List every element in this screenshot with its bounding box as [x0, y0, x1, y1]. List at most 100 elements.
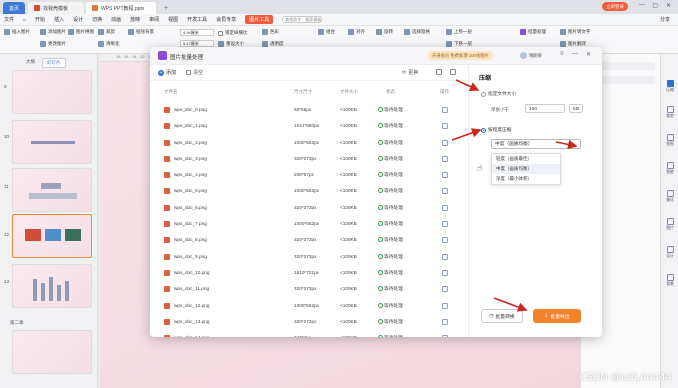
- lock-ratio-checkbox[interactable]: 锁定纵横比: [218, 30, 248, 36]
- radio-specify-size[interactable]: [481, 91, 486, 97]
- level-option-light[interactable]: 轻度（画质最佳）: [492, 154, 560, 164]
- list-view-icon[interactable]: [450, 69, 456, 75]
- sidebar-picture[interactable]: 图片: [663, 218, 677, 231]
- menu-member[interactable]: 会员专享: [216, 16, 236, 23]
- delete-icon[interactable]: [442, 155, 448, 162]
- remove-bg-button[interactable]: 抠除背景: [128, 29, 154, 35]
- tab-home[interactable]: 首页: [3, 2, 25, 14]
- delete-icon[interactable]: [442, 302, 448, 309]
- sidebar-smart[interactable]: 智能: [663, 162, 677, 175]
- login-button[interactable]: 立即登录: [602, 2, 628, 11]
- height-input[interactable]: 5.17厘米: [180, 40, 214, 47]
- slide-thumbnail[interactable]: [12, 168, 92, 212]
- clear-button[interactable]: 清空: [186, 69, 203, 76]
- table-row[interactable]: wps_doc_1.png 1021*580px <100KB 等待处理: [150, 118, 468, 134]
- table-row[interactable]: wps_doc_14.png 74*74px <100KB 等待处理: [150, 330, 468, 337]
- delete-icon[interactable]: [442, 204, 448, 211]
- table-row[interactable]: wps_doc_8.png 320*273px <100KB 等待处理: [150, 232, 468, 248]
- bring-forward-button[interactable]: 上移一层: [446, 29, 472, 35]
- dialog-close-icon[interactable]: ✕: [586, 51, 591, 58]
- table-row[interactable]: wps_doc_4.png 206*67px <100KB 等待处理: [150, 167, 468, 183]
- batch-convert-button[interactable]: ◷ 批量转换: [481, 309, 523, 323]
- command-search-input[interactable]: 查找命令、搜索模板: [282, 16, 323, 23]
- radio-compress-level[interactable]: [481, 127, 486, 133]
- user-account[interactable]: 晴朗果: [520, 52, 542, 59]
- table-row[interactable]: wps_doc_6.png 320*273px <100KB 等待处理: [150, 200, 468, 216]
- change-button[interactable]: ⟳ 更换: [402, 69, 418, 77]
- close-icon[interactable]: ✕: [666, 2, 671, 9]
- picture-collage-button[interactable]: 图片拼图: [68, 29, 94, 35]
- picture-to-text-button[interactable]: 图片转文字: [560, 29, 591, 35]
- tab-slides[interactable]: 幻灯片: [42, 58, 66, 68]
- menu-file[interactable]: 文件: [4, 16, 14, 23]
- menu-design[interactable]: 设计: [73, 16, 83, 23]
- compress-level-select[interactable]: 中度（画质均衡） ⌄: [491, 139, 581, 149]
- slide-thumbnail[interactable]: [12, 264, 92, 308]
- table-row[interactable]: wps_doc_9.png 320*273px <100KB 等待处理: [150, 249, 468, 265]
- menu-devtools[interactable]: 开发工具: [187, 16, 207, 23]
- menu-picture-tools[interactable]: 图片工具: [245, 15, 274, 24]
- grid-view-icon[interactable]: [436, 69, 442, 75]
- delete-icon[interactable]: [442, 286, 448, 293]
- batch-export-button[interactable]: ⇩ 批量导出: [533, 309, 581, 323]
- dialog-menu-icon[interactable]: ≡: [560, 51, 564, 57]
- delete-icon[interactable]: [442, 335, 448, 337]
- sidebar-background[interactable]: 背景: [663, 274, 677, 287]
- delete-icon[interactable]: [442, 318, 448, 325]
- selection-pane-button[interactable]: 选择窗格: [404, 29, 430, 35]
- insert-picture-button[interactable]: 插入图片: [4, 29, 30, 35]
- option-specify-size[interactable]: 指定文件大小: [481, 91, 516, 97]
- slide-thumbnail[interactable]: [12, 120, 92, 164]
- table-row[interactable]: wps_doc_11.png 320*273px <100KB 等待处理: [150, 281, 468, 297]
- delete-icon[interactable]: [442, 123, 448, 130]
- table-row[interactable]: wps_doc_3.png 320*273px <100KB 等待处理: [150, 151, 468, 167]
- menu-home-icon[interactable]: ⌂: [23, 17, 26, 23]
- maximize-icon[interactable]: ▢: [652, 2, 658, 9]
- batch-process-button[interactable]: 批量处理: [520, 29, 546, 35]
- option-compress-level[interactable]: 按程度压缩: [481, 127, 511, 133]
- delete-icon[interactable]: [442, 221, 448, 228]
- size-input[interactable]: 100: [525, 104, 565, 113]
- dialog-minimize-icon[interactable]: —: [572, 51, 578, 57]
- tab-document[interactable]: WPS PPT教程.pptx: [86, 2, 156, 14]
- crop-button[interactable]: 裁剪: [98, 29, 115, 35]
- menu-start[interactable]: 开始: [35, 16, 45, 23]
- delete-icon[interactable]: [442, 253, 448, 260]
- sharpen-button[interactable]: 清晰化: [98, 41, 120, 47]
- slide-thumbnail-selected[interactable]: [12, 214, 92, 258]
- vip-promo-tag[interactable]: 开通会员 免费处理 100张图片: [428, 51, 493, 60]
- change-picture-button[interactable]: 更改图片: [40, 41, 66, 47]
- delete-icon[interactable]: [442, 107, 448, 113]
- tab-outline[interactable]: 大纲: [22, 58, 39, 68]
- table-row[interactable]: wps_doc_13.png 320*273px <100KB 等待处理: [150, 314, 468, 330]
- rotate-button[interactable]: 旋转: [376, 29, 393, 35]
- menu-slideshow[interactable]: 放映: [130, 16, 140, 23]
- sidebar-cutout[interactable]: 抠图: [663, 134, 677, 147]
- table-row[interactable]: wps_doc_0.png 65*65px <100KB 等待处理: [150, 102, 468, 118]
- menu-view[interactable]: 视图: [168, 16, 178, 23]
- delete-icon[interactable]: [442, 172, 448, 179]
- color-button[interactable]: 色彩: [262, 29, 279, 35]
- menu-insert[interactable]: 插入: [54, 16, 64, 23]
- sidebar-crop[interactable]: 裁剪: [663, 106, 677, 119]
- delete-icon[interactable]: [442, 188, 448, 195]
- delete-icon[interactable]: [442, 139, 448, 146]
- level-option-deep[interactable]: 深度（最小体积）: [492, 174, 560, 184]
- table-row[interactable]: wps_doc_12.png 1000*562px <100KB 等待处理: [150, 298, 468, 314]
- add-file-button[interactable]: + 添加: [158, 69, 176, 76]
- table-row[interactable]: wps_doc_5.png 1000*562px <100KB 等待处理: [150, 183, 468, 199]
- sidebar-beautify[interactable]: 美化: [663, 190, 677, 203]
- slide-thumbnail[interactable]: [12, 70, 92, 114]
- table-row[interactable]: wps_doc_2.png 1000*562px <100KB 等待处理: [150, 135, 468, 151]
- sidebar-design[interactable]: 设计: [663, 246, 677, 259]
- size-unit-select[interactable]: KB: [569, 104, 583, 113]
- menu-transition[interactable]: 切换: [92, 16, 102, 23]
- table-row[interactable]: wps_doc_7.png 1000*562px <100KB 等待处理: [150, 216, 468, 232]
- sidebar-compress[interactable]: 压缩: [663, 80, 677, 93]
- table-row[interactable]: wps_doc_10.png 1610*721px <100KB 等待处理: [150, 265, 468, 281]
- add-picture-button[interactable]: 添加图片: [40, 29, 66, 35]
- tab-template[interactable]: 找我壳模板: [28, 2, 84, 14]
- delete-icon[interactable]: [442, 237, 448, 244]
- delete-icon[interactable]: [442, 269, 448, 276]
- add-tab-button[interactable]: +: [158, 2, 170, 14]
